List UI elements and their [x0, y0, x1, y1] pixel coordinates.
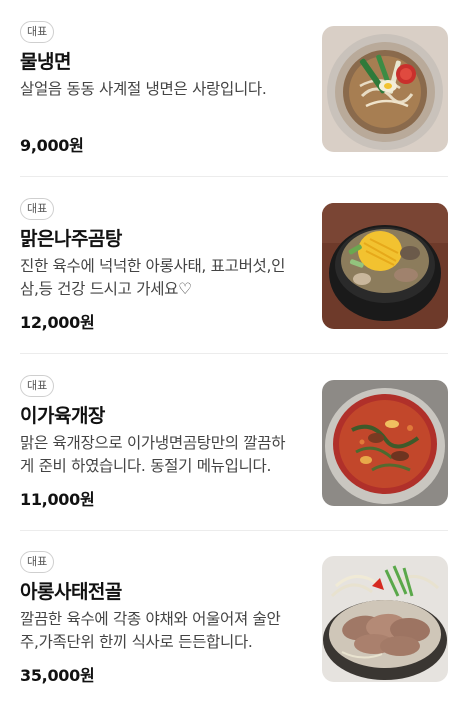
- menu-item-description: 깔끔한 육수에 각종 야채와 어울어져 술안주,가족단위 한끼 식사로 든든합니…: [20, 610, 281, 651]
- menu-item-description: 진한 육수에 넉넉한 아롱사태, 표고버섯,인삼,등 건강 드시고 가세요♡: [20, 257, 286, 298]
- jeongol-photo[interactable]: [322, 556, 448, 682]
- menu-item-name: 맑은나주곰탕: [20, 228, 122, 250]
- menu-item-iga-yukgaejang[interactable]: 대표 이가육개장 맑은 육개장으로 이가냉면곰탕만의 깔끔하게 준비 하였습니다…: [0, 354, 466, 531]
- menu-item-price: 9,000원: [20, 136, 84, 155]
- menu-item-mul-naengmyeon[interactable]: 대표 물냉면 살얼음 동동 사계절 냉면은 사랑입니다. 9,000원: [0, 0, 466, 177]
- yukgaejang-photo[interactable]: [322, 380, 448, 506]
- menu-item-name: 물냉면: [20, 51, 71, 73]
- menu-item-arong-satae-jeongol[interactable]: 대표 아롱사태전골 깔끔한 육수에 각종 야채와 어울어져 술안주,가족단위 한…: [0, 530, 466, 707]
- menu-item-description: 맑은 육개장으로 이가냉면곰탕만의 깔끔하게 준비 하였습니다. 동절기 메뉴입…: [20, 434, 286, 475]
- menu-item-name: 아롱사태전골: [20, 581, 122, 603]
- menu-item-price: 35,000원: [20, 666, 95, 685]
- menu-item-price: 11,000원: [20, 490, 95, 509]
- gomtang-photo[interactable]: [322, 203, 448, 329]
- signature-badge: 대표: [20, 21, 55, 43]
- menu-item-malgeun-najugomtang[interactable]: 대표 맑은나주곰탕 진한 육수에 넉넉한 아롱사태, 표고버섯,인삼,등 건강 …: [0, 177, 466, 354]
- signature-badge: 대표: [20, 198, 55, 220]
- naengmyeon-photo[interactable]: [322, 26, 448, 152]
- menu-item-price: 12,000원: [20, 313, 95, 332]
- signature-badge: 대표: [20, 375, 55, 397]
- signature-badge: 대표: [20, 551, 55, 573]
- menu-item-description: 살얼음 동동 사계절 냉면은 사랑입니다.: [20, 80, 267, 98]
- menu-item-name: 이가육개장: [20, 405, 105, 427]
